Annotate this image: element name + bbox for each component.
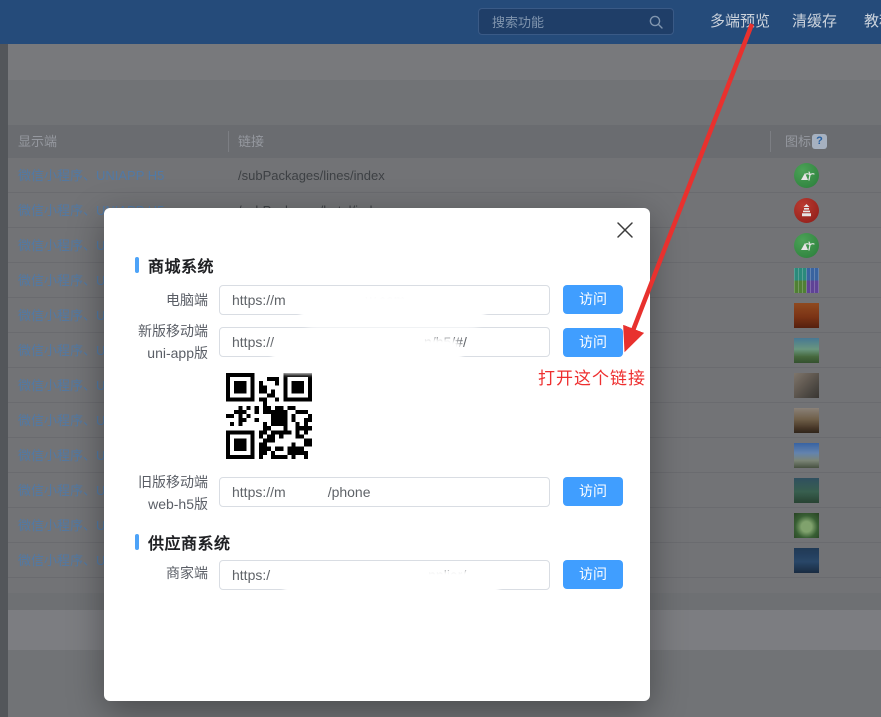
section-title: 供应商系统 bbox=[148, 530, 231, 554]
top-navbar: 搜索功能 多端预览 清缓存 教程 bbox=[0, 0, 881, 44]
redaction-smudge bbox=[284, 570, 499, 606]
section-bar bbox=[135, 534, 139, 550]
label-new-mobile: 新版移动端 uni-app版 bbox=[112, 320, 208, 364]
preview-links-dialog: 商城系统 电脑端 https://mw.com 访问 新版移动端 uni-app… bbox=[104, 208, 650, 701]
visit-old-mobile-button[interactable]: 访问 bbox=[563, 477, 623, 506]
search-icon bbox=[648, 14, 664, 30]
section-supplier-system: 供应商系统 bbox=[135, 530, 231, 554]
visit-new-mobile-button[interactable]: 访问 bbox=[563, 328, 623, 357]
close-icon[interactable] bbox=[616, 221, 634, 239]
qr-code bbox=[225, 373, 313, 459]
visit-pc-button[interactable]: 访问 bbox=[563, 285, 623, 314]
label-merchant: 商家端 bbox=[112, 562, 208, 584]
menu-clear-cache[interactable]: 清缓存 bbox=[792, 0, 837, 44]
old-mobile-url-field[interactable]: https://m/phone bbox=[219, 477, 550, 507]
page: 显示端 链接 图标 ? 微信小程序、UNIAPP H5 /subPackages… bbox=[0, 0, 881, 717]
menu-multi-preview[interactable]: 多端预览 bbox=[710, 0, 770, 44]
menu-tutorial[interactable]: 教程 bbox=[864, 0, 881, 44]
label-pc: 电脑端 bbox=[112, 289, 208, 311]
search-input[interactable]: 搜索功能 bbox=[478, 8, 674, 35]
redaction-smudge bbox=[272, 338, 462, 374]
section-title: 商城系统 bbox=[148, 253, 214, 277]
redaction-smudge bbox=[300, 294, 485, 328]
section-mall-system: 商城系统 bbox=[135, 253, 214, 277]
visit-merchant-button[interactable]: 访问 bbox=[563, 560, 623, 589]
search-placeholder: 搜索功能 bbox=[479, 12, 648, 31]
section-bar bbox=[135, 257, 139, 273]
label-old-mobile: 旧版移动端 web-h5版 bbox=[112, 471, 208, 515]
